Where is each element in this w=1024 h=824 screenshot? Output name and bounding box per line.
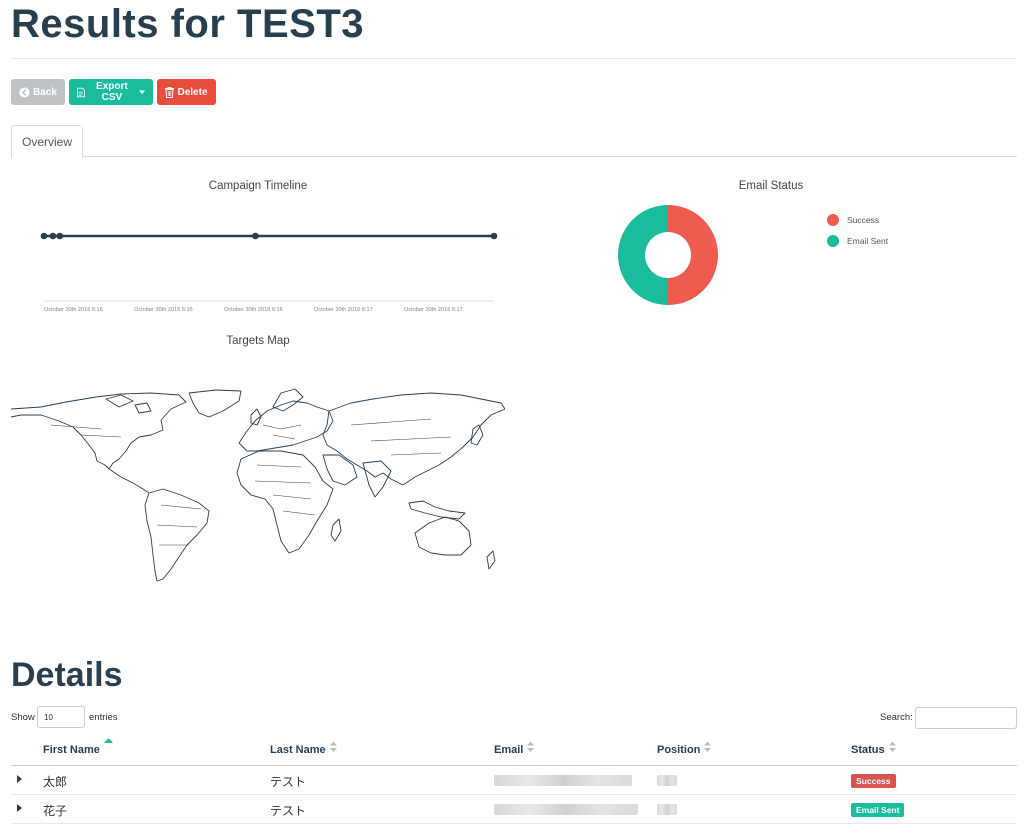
- sort-icon: [704, 741, 712, 752]
- sort-ascending-icon: [103, 738, 113, 743]
- caret-down-icon: [138, 89, 145, 94]
- tab-overview[interactable]: Overview: [11, 125, 84, 158]
- column-label: Last Name: [270, 744, 326, 756]
- toolbar: Back Export CSV Delete: [11, 79, 216, 105]
- show-label: Show: [11, 712, 35, 723]
- cell-last-name: テスト: [270, 804, 307, 818]
- column-label: Position: [657, 744, 701, 756]
- search-input[interactable]: [915, 707, 1017, 729]
- page-title: Results for TEST3: [11, 2, 365, 46]
- back-button-label: Back: [33, 86, 57, 98]
- cell-last-name: テスト: [270, 775, 307, 789]
- legend-label-success: Success: [847, 214, 880, 225]
- timeline-tick-label: October 30th 2016 6:17: [404, 307, 463, 313]
- column-header-last-name[interactable]: Last Name: [270, 741, 337, 756]
- map-canada-islands: [105, 394, 152, 414]
- map-central-america: [108, 468, 150, 494]
- email-status-chart-title: Email Status: [738, 180, 804, 192]
- file-icon: [77, 87, 85, 97]
- timeline-event-point[interactable]: [490, 232, 498, 240]
- column-header-status[interactable]: Status: [851, 741, 896, 756]
- back-button[interactable]: Back: [11, 79, 65, 105]
- legend-item-email-sent[interactable]: Email Sent: [827, 230, 888, 251]
- legend-label-email-sent: Email Sent: [847, 235, 889, 246]
- map-japan: [470, 424, 484, 446]
- cell-first-name: 花子: [43, 804, 68, 818]
- map-madagascar: [330, 518, 342, 542]
- tab-bar: Overview: [11, 125, 1017, 158]
- results-table: First Name Last Name Email Position Stat…: [11, 737, 1017, 824]
- sort-icon: [527, 741, 535, 752]
- cell-position-redacted: [657, 775, 677, 786]
- delete-button[interactable]: Delete: [157, 79, 216, 105]
- details-heading: Details: [11, 656, 123, 694]
- targets-world-map: [11, 388, 505, 582]
- map-scandinavia: [272, 388, 304, 412]
- delete-button-label: Delete: [177, 86, 208, 98]
- email-status-donut-chart: [618, 205, 718, 305]
- cell-first-name: 太郎: [43, 775, 68, 789]
- back-arrow-icon: [19, 86, 30, 98]
- donut-slice-email-sent[interactable]: [618, 205, 668, 305]
- table-header: First Name Last Name Email Position Stat…: [11, 737, 1017, 766]
- trash-icon: [165, 86, 175, 98]
- timeline-tick-label: October 30th 2016 6:16: [44, 307, 103, 313]
- map-north-america: [11, 392, 187, 470]
- map-south-america: [144, 488, 210, 582]
- map-india: [362, 460, 392, 498]
- column-header-first-name[interactable]: First Name: [43, 738, 113, 756]
- map-new-zealand: [486, 550, 496, 570]
- targets-map-title: Targets Map: [226, 335, 290, 347]
- map-indonesia: [408, 500, 466, 520]
- sort-icon: [329, 741, 337, 752]
- legend-swatch-email-sent: [827, 234, 839, 247]
- expand-row-icon[interactable]: [17, 804, 22, 812]
- legend-swatch-success: [827, 213, 839, 226]
- column-label: Status: [851, 744, 885, 756]
- timeline-tick-label: October 30th 2016 6:17: [314, 307, 373, 313]
- legend-item-success[interactable]: Success: [827, 209, 888, 230]
- column-label: First Name: [43, 744, 100, 756]
- donut-slice-success[interactable]: [668, 205, 718, 305]
- map-australia: [414, 516, 472, 556]
- timeline-tick-label: October 30th 2016 6:16: [134, 307, 193, 313]
- cell-position-redacted: [657, 804, 677, 815]
- map-greenland: [188, 389, 242, 418]
- cell-email-redacted: [494, 775, 632, 786]
- timeline-event-point[interactable]: [49, 232, 57, 240]
- cell-email-redacted: [494, 804, 638, 815]
- map-borders: [50, 418, 452, 546]
- entries-label: entries: [89, 712, 118, 723]
- column-label: Email: [494, 744, 524, 756]
- sort-icon: [888, 741, 896, 752]
- entries-length-select[interactable]: [37, 706, 85, 728]
- timeline-tick-label: October 30th 2016 6:16: [224, 307, 283, 313]
- map-europe: [238, 400, 334, 452]
- status-badge: Success: [851, 774, 896, 788]
- title-divider: [11, 58, 1017, 59]
- map-arabia: [322, 454, 358, 486]
- column-header-position[interactable]: Position: [657, 741, 712, 756]
- status-badge: Email Sent: [851, 803, 905, 817]
- timeline-chart: October 30th 2016 6:16 October 30th 2016 …: [40, 232, 498, 313]
- export-csv-label: Export CSV: [96, 81, 128, 103]
- timeline-event-point[interactable]: [56, 232, 64, 240]
- timeline-event-point[interactable]: [252, 232, 259, 240]
- email-status-legend: Success Email Sent: [827, 209, 888, 251]
- timeline-chart-title: Campaign Timeline: [208, 180, 308, 192]
- timeline-event-point[interactable]: [40, 232, 48, 240]
- search-label: Search:: [880, 712, 913, 723]
- table-row[interactable]: 太郎 テスト Success: [11, 766, 1017, 795]
- expand-row-icon[interactable]: [17, 775, 22, 783]
- column-header-email[interactable]: Email: [494, 741, 535, 756]
- export-csv-button[interactable]: Export CSV: [69, 79, 153, 105]
